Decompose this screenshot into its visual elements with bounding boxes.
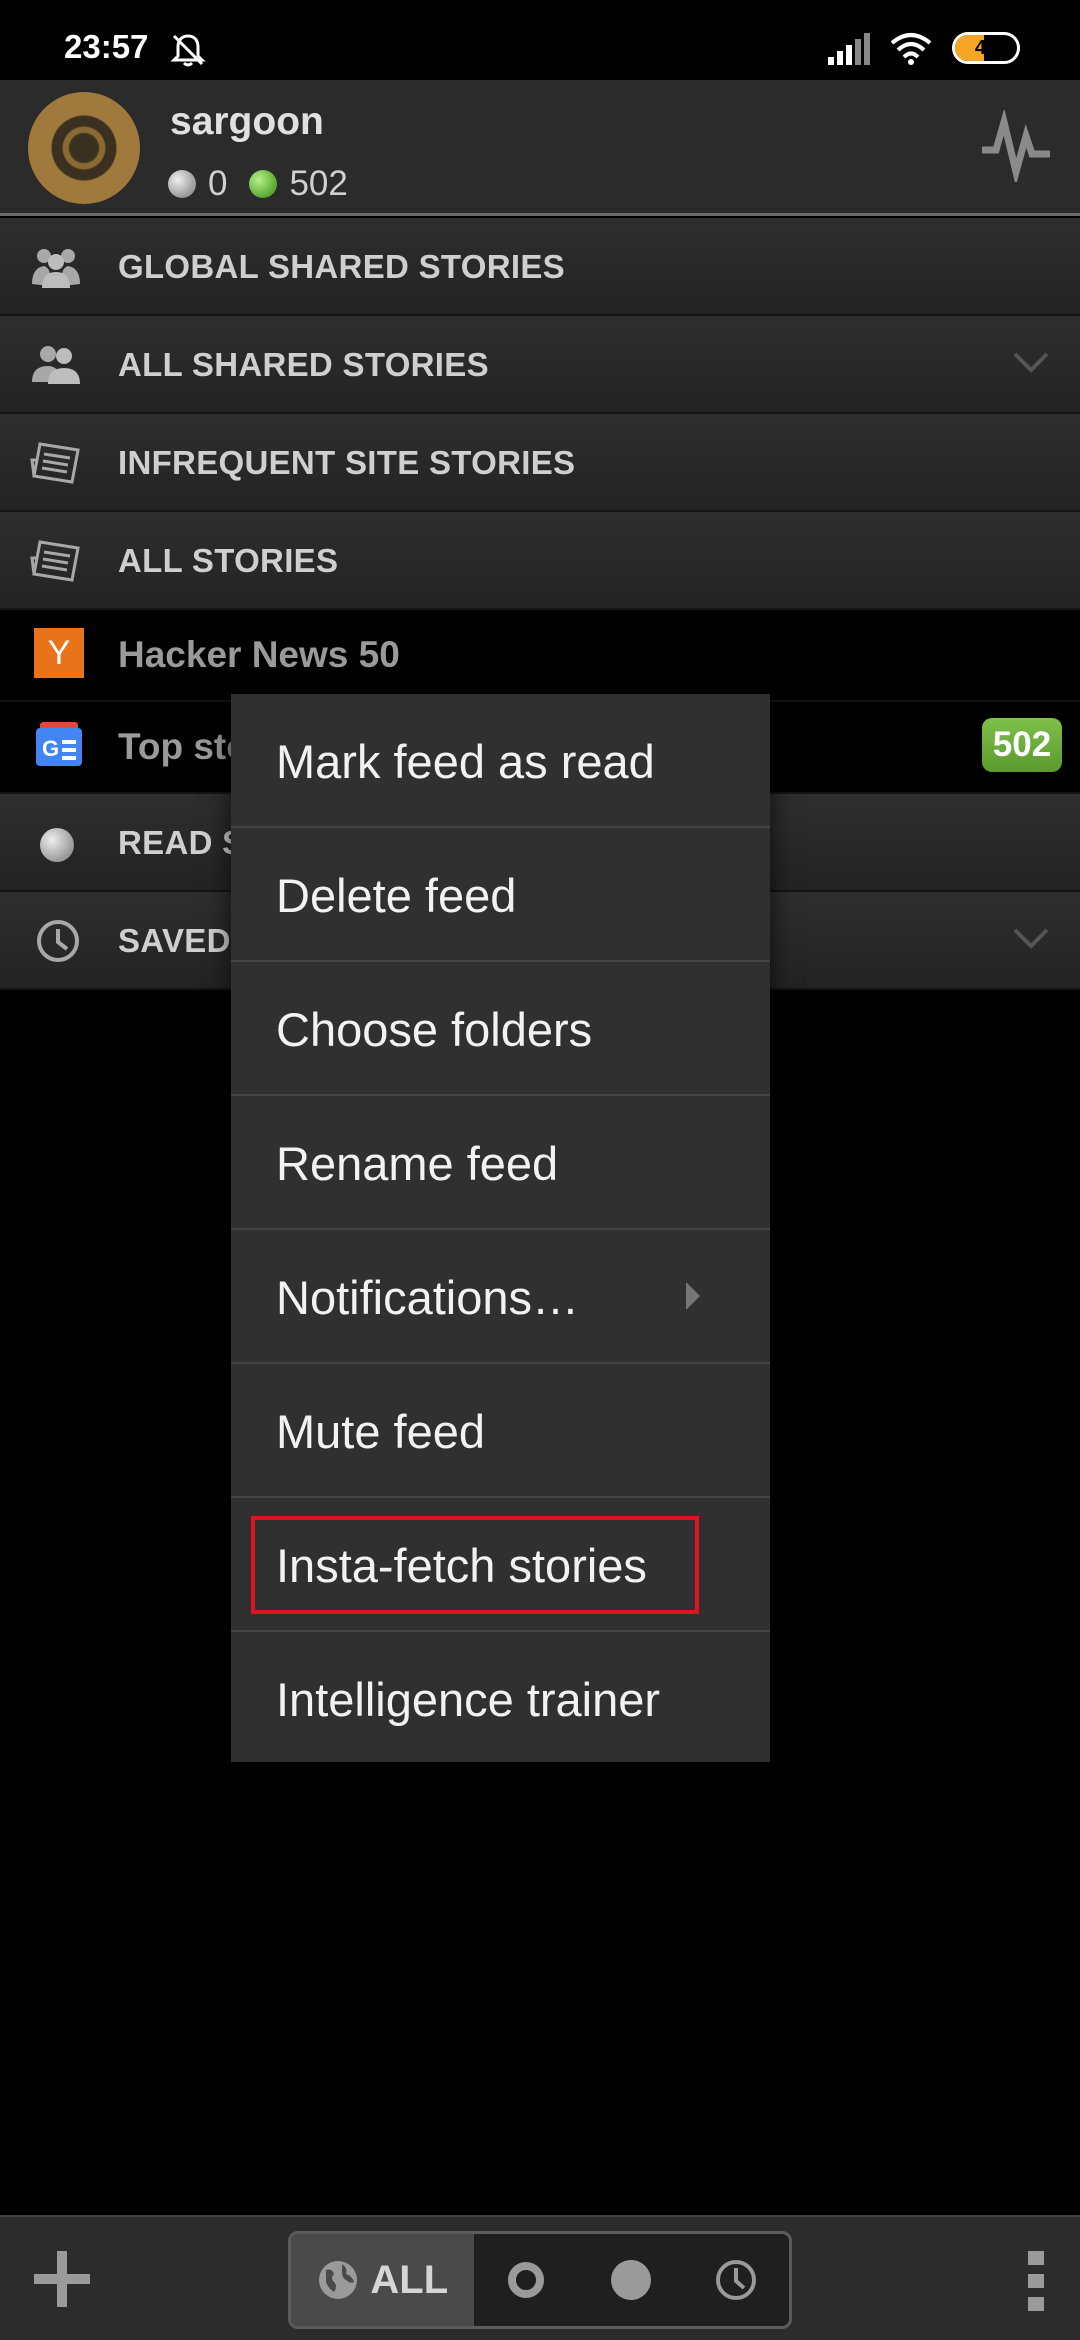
avatar[interactable] [28,92,140,204]
folder-label: SAVED [118,922,231,959]
chevron-down-icon[interactable] [1012,926,1050,950]
folder-all-shared-stories[interactable]: ALL SHARED STORIES [0,316,1080,414]
menu-item-intelligence-trainer[interactable]: Intelligence trainer [231,1632,770,1766]
filter-focus-button[interactable] [579,2234,684,2326]
signal-icon [828,33,870,65]
unread-ring-icon [508,2262,545,2298]
battery-percent: 46 [974,37,998,59]
filter-all-button[interactable]: ALL [291,2234,474,2326]
clock-icon [37,920,79,962]
unread-dot-icon [249,170,278,198]
username: sargoon [170,100,324,143]
notifications-muted-icon [170,34,206,67]
folder-label: READ S [118,824,245,861]
menu-item-label: Delete feed [276,869,517,922]
menu-item-insta-fetch-stories[interactable]: Insta-fetch stories [231,1498,770,1632]
profile-counts: 0 502 [168,164,348,204]
menu-item-choose-folders[interactable]: Choose folders [231,962,770,1096]
unread-count-badge: 502 [982,718,1062,772]
menu-item-mark-feed-as-read[interactable]: Mark feed as read [231,694,770,828]
folder-label: ALL SHARED STORIES [118,346,489,383]
menu-item-label: Rename feed [276,1137,559,1190]
folder-label: GLOBAL SHARED STORIES [118,248,565,285]
folder-label: ALL STORIES [118,542,339,579]
svg-text:G: G [42,736,59,761]
menu-item-label: Mark feed as read [276,735,655,788]
menu-item-mute-feed[interactable]: Mute feed [231,1364,770,1498]
battery-indicator: 46 [952,32,1020,64]
bottom-bar: ALL [0,2215,1080,2340]
filter-saved-button[interactable] [684,2234,789,2326]
hacker-news-icon: Y [34,628,84,678]
read-dot-icon [168,170,196,198]
read-count: 0 [208,164,228,203]
people-icon [32,346,80,384]
newspaper-icon [30,442,80,484]
people-group-icon [32,249,80,288]
activity-icon[interactable] [980,110,1052,182]
profile-header[interactable]: sargoon 0 502 [0,80,1080,216]
menu-item-label: Insta-fetch stories [276,1539,647,1592]
status-indicators: 46 [826,28,1020,68]
overflow-menu-icon[interactable] [1024,2249,1048,2313]
wifi-icon [890,33,932,65]
filter-all-label: ALL [370,2257,449,2302]
menu-item-notifications[interactable]: Notifications… [231,1230,770,1364]
menu-item-delete-feed[interactable]: Delete feed [231,828,770,962]
menu-item-label: Notifications… [276,1271,579,1324]
read-dot-icon [40,828,74,862]
feed-context-menu: Mark feed as read Delete feed Choose fol… [231,694,770,1762]
menu-item-label: Choose folders [276,1003,593,1056]
status-time: 23:57 [64,28,149,65]
unread-count: 502 [289,164,348,203]
folder-all-stories[interactable]: ALL STORIES [0,512,1080,610]
chevron-down-icon[interactable] [1012,350,1050,374]
status-bar: 23:57 46 [0,0,1080,80]
filter-unread-button[interactable] [474,2234,579,2326]
feed-label: Hacker News 50 [118,634,400,675]
menu-item-label: Intelligence trainer [276,1673,661,1726]
folder-infrequent-site-stories[interactable]: INFREQUENT SITE STORIES [0,414,1080,512]
google-news-icon: G [36,722,82,766]
menu-item-rename-feed[interactable]: Rename feed [231,1096,770,1230]
feed-label: Top sto [118,726,249,767]
globe-icon [319,2261,358,2299]
newspaper-icon [30,540,80,582]
menu-item-label: Mute feed [276,1405,486,1458]
folder-label: INFREQUENT SITE STORIES [118,444,576,481]
add-feed-button[interactable] [30,2247,94,2311]
folder-global-shared-stories[interactable]: GLOBAL SHARED STORIES [0,218,1080,316]
feed-hacker-news-50[interactable]: Y Hacker News 50 [0,610,1080,702]
submenu-arrow-icon [686,1282,700,1310]
focus-dot-icon [611,2260,652,2300]
story-filter-group: ALL [288,2231,792,2329]
clock-icon [716,2260,757,2300]
